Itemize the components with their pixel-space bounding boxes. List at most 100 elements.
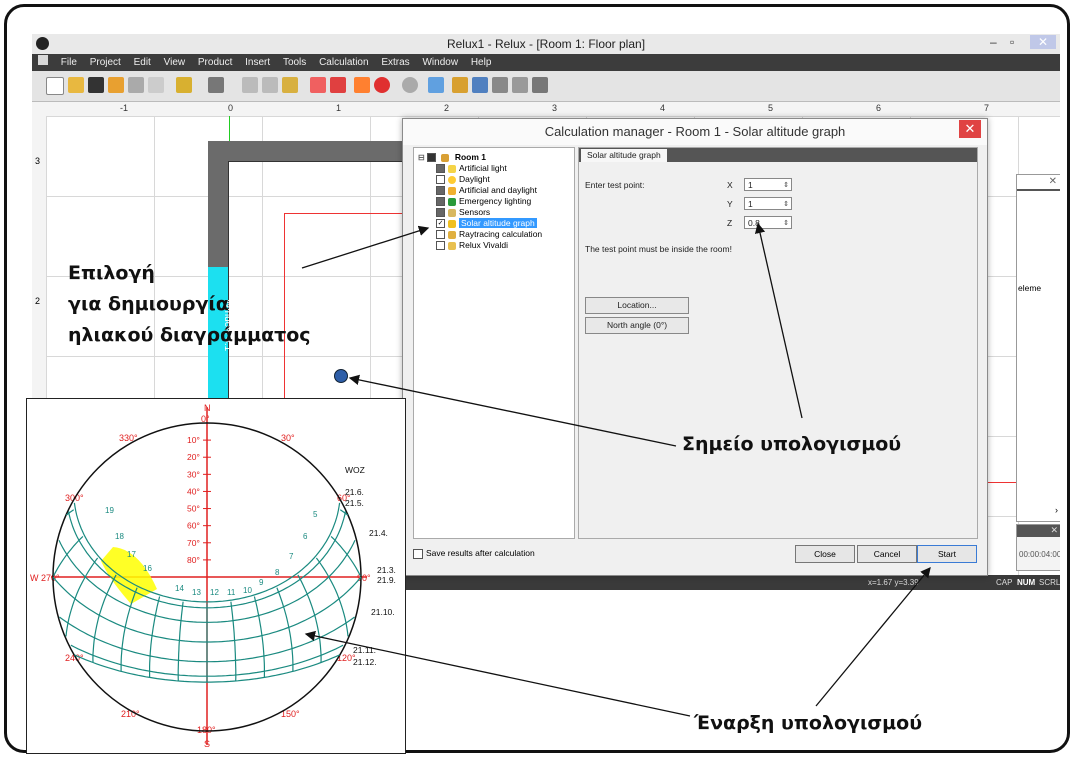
- scroll-right-icon[interactable]: ›: [1055, 505, 1058, 515]
- checkbox[interactable]: [436, 197, 445, 207]
- menu-help[interactable]: Help: [471, 54, 492, 71]
- y-stepper[interactable]: 1 ⇕: [744, 197, 792, 210]
- x-stepper[interactable]: 1 ⇕: [744, 178, 792, 191]
- menu-view[interactable]: View: [164, 54, 186, 71]
- new-icon[interactable]: [46, 77, 64, 95]
- test-point-label: Enter test point:: [585, 180, 645, 190]
- start-button[interactable]: Start: [917, 545, 977, 563]
- y-value: 1: [748, 199, 753, 209]
- south-deg-label: 180°: [197, 725, 216, 735]
- redo-icon[interactable]: [208, 77, 224, 93]
- render-icon[interactable]: [492, 77, 508, 93]
- tree-item-daylight[interactable]: Daylight: [436, 174, 490, 185]
- close-window-button[interactable]: ✕: [1030, 35, 1057, 49]
- print-icon[interactable]: [128, 77, 144, 93]
- date-label: 21.11.: [353, 645, 376, 655]
- tree-item-raytracing[interactable]: Raytracing calculation: [436, 229, 542, 240]
- collapse-icon[interactable]: ⊟: [418, 153, 425, 162]
- menu-insert[interactable]: Insert: [245, 54, 270, 71]
- paste-icon[interactable]: [282, 77, 298, 93]
- tree-root-label: Room 1: [454, 152, 486, 162]
- altitude-label: 30°: [187, 469, 200, 479]
- ruler-label: 3: [35, 156, 41, 166]
- menu-calculation[interactable]: Calculation: [319, 54, 368, 71]
- copy-icon[interactable]: [262, 77, 278, 93]
- tree-item-relux-vivaldi[interactable]: Relux Vivaldi: [436, 240, 508, 251]
- output-icon[interactable]: [512, 77, 528, 93]
- hour-label: 13: [192, 588, 201, 597]
- location-button[interactable]: Location...: [585, 297, 689, 314]
- calculation-icon[interactable]: [428, 77, 444, 93]
- rotate-icon[interactable]: [374, 77, 390, 93]
- maximize-button[interactable]: ▫: [1010, 35, 1014, 49]
- hour-label: 10: [243, 586, 252, 595]
- checkbox[interactable]: [427, 153, 437, 163]
- z-value: 0.8: [748, 218, 760, 228]
- ruler-label: 5: [768, 103, 774, 113]
- checkbox[interactable]: [413, 548, 423, 559]
- tree-item-artificial-light[interactable]: Artificial light: [436, 163, 507, 174]
- z-stepper[interactable]: 0.8 ⇕: [744, 216, 792, 229]
- report-icon[interactable]: [532, 77, 548, 93]
- move-icon[interactable]: [354, 77, 370, 93]
- cut-icon[interactable]: [242, 77, 258, 93]
- menu-window[interactable]: Window: [422, 54, 458, 71]
- menu-product[interactable]: Product: [198, 54, 232, 71]
- tree-item-artificial-daylight[interactable]: Artificial and daylight: [436, 185, 537, 196]
- checked-icon[interactable]: ✓: [436, 219, 445, 229]
- checkbox[interactable]: [436, 230, 445, 240]
- date-label: 21.5.: [345, 498, 364, 508]
- dialog-close-button[interactable]: ✕: [959, 120, 981, 138]
- menu-bar: File Project Edit View Product Insert To…: [32, 54, 1060, 71]
- grid-icon[interactable]: [310, 77, 326, 93]
- snap-grid-icon[interactable]: [330, 77, 346, 93]
- close-button[interactable]: Close: [795, 545, 855, 563]
- tree-item-solar-altitude-graph[interactable]: ✓ Solar altitude graph: [436, 218, 537, 229]
- panel-body: Enter test point: X 1 ⇕ Y 1 ⇕ Z 0.8 ⇕ The t…: [579, 162, 977, 538]
- north-label: N: [204, 403, 211, 413]
- minimize-button[interactable]: –: [990, 35, 997, 49]
- open-icon[interactable]: [68, 77, 84, 93]
- ruler-label: 2: [35, 296, 41, 306]
- solar-altitude-diagram: N 0° 180° S W 270° 90° 330° 30° 300° 60°…: [26, 398, 406, 754]
- spin-arrows-icon[interactable]: ⇕: [783, 198, 789, 211]
- menu-project[interactable]: Project: [90, 54, 121, 71]
- checkbox[interactable]: [436, 175, 445, 185]
- start-callout: Έναρξη υπολογισμού: [694, 712, 923, 734]
- save-results-checkbox[interactable]: Save results after calculation: [413, 548, 535, 559]
- undo-icon[interactable]: [176, 77, 192, 93]
- north-angle-button[interactable]: North angle (0°): [585, 317, 689, 334]
- checkbox[interactable]: [436, 208, 445, 218]
- altitude-label: 50°: [187, 504, 200, 514]
- spin-arrows-icon[interactable]: ⇕: [783, 217, 789, 230]
- tree-item-label: Emergency lighting: [459, 196, 532, 206]
- view-3d-icon[interactable]: [472, 77, 488, 93]
- close-icon[interactable]: ✕: [1017, 525, 1060, 537]
- cancel-button[interactable]: Cancel: [857, 545, 917, 563]
- spin-arrows-icon[interactable]: ⇕: [783, 179, 789, 192]
- z-label: Z: [727, 218, 733, 228]
- calculation-point-marker[interactable]: [334, 369, 348, 383]
- hour-label: 18: [115, 532, 124, 541]
- checkbox[interactable]: [436, 241, 445, 251]
- menu-tools[interactable]: Tools: [283, 54, 306, 71]
- inside-room-note: The test point must be inside the room!: [585, 244, 732, 254]
- floor-plan-icon[interactable]: [452, 77, 468, 93]
- menu-file[interactable]: File: [61, 54, 77, 71]
- close-icon[interactable]: ✕: [1049, 176, 1057, 187]
- preview-icon[interactable]: [148, 77, 164, 93]
- menu-extras[interactable]: Extras: [381, 54, 409, 71]
- tree-item-emergency-lighting[interactable]: Emergency lighting: [436, 196, 532, 207]
- checkbox[interactable]: [436, 164, 445, 174]
- menu-edit[interactable]: Edit: [134, 54, 151, 71]
- project-icon[interactable]: [108, 77, 124, 93]
- hour-label: 6: [303, 532, 308, 541]
- tree-root[interactable]: ⊟ Room 1: [418, 152, 486, 163]
- checkbox[interactable]: [436, 186, 445, 196]
- tab-solar-altitude-graph[interactable]: Solar altitude graph: [581, 149, 667, 162]
- zoom-icon[interactable]: [402, 77, 418, 93]
- date-label: 21.9.: [377, 575, 396, 585]
- save-icon[interactable]: [88, 77, 104, 93]
- ruler-label: 1: [336, 103, 342, 113]
- tree-item-sensors[interactable]: Sensors: [436, 207, 490, 218]
